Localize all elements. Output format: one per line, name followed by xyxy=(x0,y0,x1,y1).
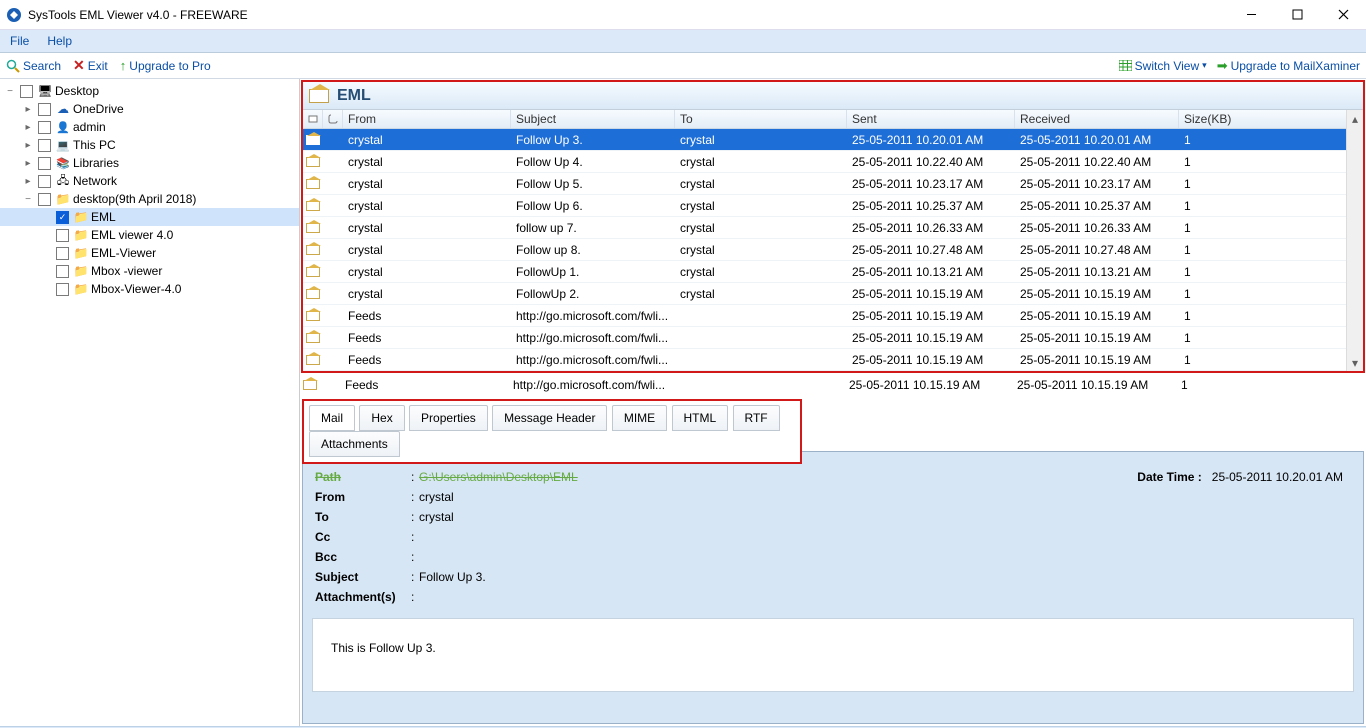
from-value: crystal xyxy=(419,490,454,504)
mail-icon xyxy=(306,355,320,365)
table-row[interactable]: crystalFollow Up 6.crystal25-05-2011 10.… xyxy=(303,195,1363,217)
menu-file[interactable]: File xyxy=(10,34,29,48)
subject-value: Follow Up 3. xyxy=(419,570,486,584)
table-row[interactable]: crystalFollowUp 2.crystal25-05-2011 10.1… xyxy=(303,283,1363,305)
tree-thispc[interactable]: ▸ This PC xyxy=(0,136,299,154)
tree-emlviewer[interactable]: EML-Viewer xyxy=(0,244,299,262)
col-to[interactable]: To xyxy=(675,110,847,128)
table-row[interactable]: Feeds http://go.microsoft.com/fwli... 25… xyxy=(300,374,1366,396)
tree-libraries[interactable]: ▸ Libraries xyxy=(0,154,299,172)
search-icon xyxy=(6,59,20,73)
mail-icon xyxy=(306,179,320,189)
close-button[interactable] xyxy=(1320,0,1366,30)
scroll-up-icon[interactable]: ▴ xyxy=(1347,110,1363,127)
bcc-label: Bcc xyxy=(315,550,411,564)
menu-help[interactable]: Help xyxy=(47,34,72,48)
panel-title: EML xyxy=(303,82,1363,110)
attachments-label: Attachment(s) xyxy=(315,590,411,604)
table-row[interactable]: crystalFollow up 8.crystal25-05-2011 10.… xyxy=(303,239,1363,261)
tab-properties[interactable]: Properties xyxy=(409,405,488,431)
mail-icon xyxy=(306,201,320,211)
col-sent[interactable]: Sent xyxy=(847,110,1015,128)
tree-admin[interactable]: ▸ admin xyxy=(0,118,299,136)
tree-desktop[interactable]: − Desktop xyxy=(0,82,299,100)
tab-mime[interactable]: MIME xyxy=(612,405,667,431)
mail-icon xyxy=(306,333,320,343)
grid-icon xyxy=(1119,60,1132,71)
col-from[interactable]: From xyxy=(343,110,511,128)
table-row[interactable]: crystalfollow up 7.crystal25-05-2011 10.… xyxy=(303,217,1363,239)
tab-hex[interactable]: Hex xyxy=(359,405,404,431)
exit-button[interactable]: ✕ Exit xyxy=(73,57,108,74)
switch-view-button[interactable]: Switch View ▾ xyxy=(1119,59,1207,73)
arrow-right-icon: ➡ xyxy=(1217,58,1228,74)
folder-tree[interactable]: − Desktop ▸ OneDrive ▸ admin ▸ This PC ▸… xyxy=(0,79,300,726)
mail-icon xyxy=(306,223,320,233)
tree-network[interactable]: ▸ Network xyxy=(0,172,299,190)
search-button[interactable]: Search xyxy=(6,59,61,73)
table-row[interactable]: crystalFollow Up 4.crystal25-05-2011 10.… xyxy=(303,151,1363,173)
scrollbar[interactable]: ▴ ▾ xyxy=(1346,110,1363,371)
subject-label: Subject xyxy=(315,570,411,584)
tree-eml[interactable]: ✓ EML xyxy=(0,208,299,226)
to-value: crystal xyxy=(419,510,454,524)
tab-message-header[interactable]: Message Header xyxy=(492,405,607,431)
app-icon xyxy=(6,7,22,23)
table-row[interactable]: crystalFollowUp 1.crystal25-05-2011 10.1… xyxy=(303,261,1363,283)
path-value: G:\Users\admin\Desktop\EML xyxy=(419,470,578,484)
grid-body[interactable]: crystalFollow Up 3.crystal25-05-2011 10.… xyxy=(303,129,1363,371)
mail-icon xyxy=(306,267,320,277)
tab-rtf[interactable]: RTF xyxy=(733,405,780,431)
col-received[interactable]: Received xyxy=(1015,110,1179,128)
preview-pane: Date Time : 25-05-2011 10.20.01 AM Path:… xyxy=(302,451,1364,724)
col-icon1[interactable] xyxy=(303,110,323,128)
table-row[interactable]: Feedshttp://go.microsoft.com/fwli...25-0… xyxy=(303,349,1363,371)
tree-mboxviewer40[interactable]: Mbox-Viewer-4.0 xyxy=(0,280,299,298)
upgrade-mailxaminer-button[interactable]: ➡ Upgrade to MailXaminer xyxy=(1217,58,1360,74)
mail-icon xyxy=(306,289,320,299)
toolbar: Search ✕ Exit ↑ Upgrade to Pro Switch Vi… xyxy=(0,53,1366,79)
col-subject[interactable]: Subject xyxy=(511,110,675,128)
tree-onedrive[interactable]: ▸ OneDrive xyxy=(0,100,299,118)
grid-header[interactable]: From Subject To Sent Received Size(KB) xyxy=(303,110,1363,129)
mail-icon xyxy=(306,135,320,145)
upgrade-pro-button[interactable]: ↑ Upgrade to Pro xyxy=(120,58,211,73)
maximize-button[interactable] xyxy=(1274,0,1320,30)
menubar: File Help xyxy=(0,30,1366,53)
mail-icon xyxy=(306,311,320,321)
preview-body: This is Follow Up 3. xyxy=(312,618,1354,692)
close-icon: ✕ xyxy=(73,57,85,74)
tree-desktop9[interactable]: − desktop(9th April 2018) xyxy=(0,190,299,208)
mail-icon xyxy=(306,157,320,167)
mail-list-panel: EML From Subject To Sent Received Size(K… xyxy=(301,80,1365,373)
titlebar: SysTools EML Viewer v4.0 - FREEWARE xyxy=(0,0,1366,30)
col-size[interactable]: Size(KB) xyxy=(1179,110,1363,128)
table-row[interactable]: Feedshttp://go.microsoft.com/fwli...25-0… xyxy=(303,305,1363,327)
mail-icon xyxy=(303,380,317,390)
to-label: To xyxy=(315,510,411,524)
table-row[interactable]: crystalFollow Up 5.crystal25-05-2011 10.… xyxy=(303,173,1363,195)
path-label: Path xyxy=(315,470,411,484)
window-title: SysTools EML Viewer v4.0 - FREEWARE xyxy=(28,8,248,22)
tree-mboxviewer[interactable]: Mbox -viewer xyxy=(0,262,299,280)
tab-attachments[interactable]: Attachments xyxy=(309,431,400,457)
table-row[interactable]: Feedshttp://go.microsoft.com/fwli...25-0… xyxy=(303,327,1363,349)
mail-icon xyxy=(306,245,320,255)
minimize-button[interactable] xyxy=(1228,0,1274,30)
tab-mail[interactable]: Mail xyxy=(309,405,355,431)
preview-datetime: Date Time : 25-05-2011 10.20.01 AM xyxy=(1137,470,1343,484)
cc-label: Cc xyxy=(315,530,411,544)
chevron-down-icon: ▾ xyxy=(1202,60,1207,71)
scroll-down-icon[interactable]: ▾ xyxy=(1347,354,1363,371)
tree-emlviewer40[interactable]: EML viewer 4.0 xyxy=(0,226,299,244)
table-row[interactable]: crystalFollow Up 3.crystal25-05-2011 10.… xyxy=(303,129,1363,151)
from-label: From xyxy=(315,490,411,504)
col-attachment-icon[interactable] xyxy=(323,110,343,128)
preview-tabs: Mail Hex Properties Message Header MIME … xyxy=(302,399,802,464)
tab-html[interactable]: HTML xyxy=(672,405,729,431)
arrow-up-icon: ↑ xyxy=(120,58,127,73)
envelope-icon xyxy=(309,89,329,103)
